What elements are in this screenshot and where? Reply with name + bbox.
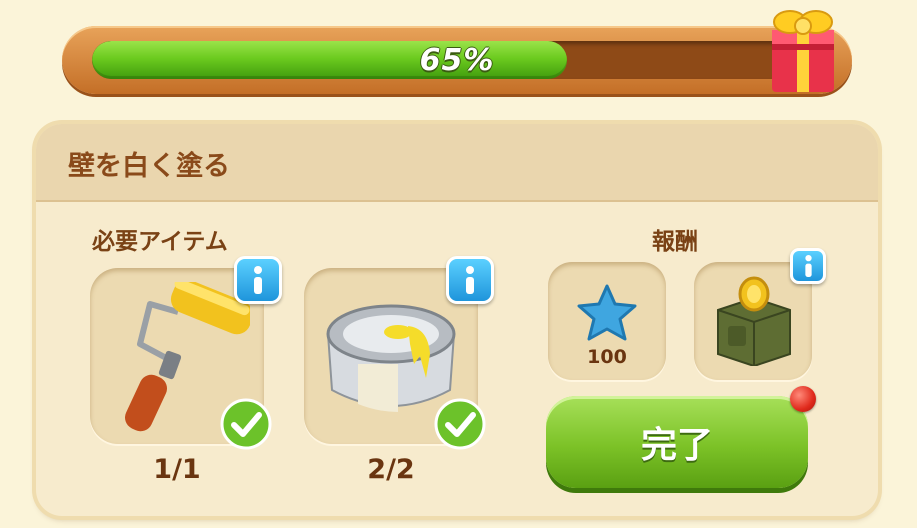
notification-dot <box>790 386 816 412</box>
required-items-label: 必要アイテム <box>92 229 228 255</box>
task-title: 壁を白く塗る <box>68 151 230 182</box>
complete-button[interactable]: 完了 <box>546 396 808 488</box>
roller-count: 1/1 <box>153 454 201 485</box>
panel-header: 壁を白く塗る <box>36 124 878 202</box>
paint-count: 2/2 <box>367 454 415 485</box>
coin-chest-icon <box>717 276 791 366</box>
roller-check-icon <box>220 398 272 450</box>
progress-track: 65% <box>92 41 822 79</box>
paint-info-button[interactable] <box>446 256 494 304</box>
progress-bar: 65% <box>62 26 852 94</box>
reward-label: 報酬 <box>652 229 698 255</box>
info-icon <box>466 266 474 294</box>
info-icon <box>254 266 262 294</box>
chest-info-button[interactable] <box>790 248 826 284</box>
star-reward-count: 100 <box>587 346 627 368</box>
roller-info-button[interactable] <box>234 256 282 304</box>
reward-star-slot: 100 <box>548 262 666 380</box>
task-panel: 壁を白く塗る 必要アイテム 報酬 1/1 2/2 100 完了 <box>36 124 878 516</box>
gift-box-icon[interactable] <box>764 0 842 96</box>
info-icon <box>804 255 812 277</box>
star-icon <box>577 284 637 341</box>
progress-percent: 65% <box>419 42 495 78</box>
paint-check-icon <box>434 398 486 450</box>
